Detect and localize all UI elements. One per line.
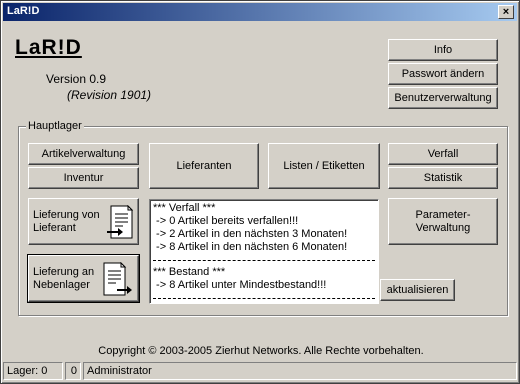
parameter-management-button[interactable]: Parameter- Verwaltung [388, 198, 498, 245]
stock-header: *** Bestand *** [153, 266, 226, 278]
close-icon: × [502, 6, 510, 18]
divider [153, 298, 375, 299]
version-label: Version 0.9 [46, 72, 107, 86]
info-line: -> 0 Artikel bereits verfallen!!! [153, 215, 299, 227]
article-management-button[interactable]: Artikelverwaltung [28, 143, 139, 165]
expiry-header: *** Verfall *** [153, 202, 216, 214]
info-line: -> 8 Artikel unter Mindestbestand!!! [153, 279, 327, 291]
user-management-button[interactable]: Benutzerverwaltung [388, 87, 498, 109]
app-logo: LaR!D [15, 36, 82, 59]
divider [153, 260, 375, 261]
statistics-button[interactable]: Statistik [388, 167, 498, 189]
status-info-box: *** Verfall *** -> 0 Artikel bereits ver… [149, 199, 379, 304]
delivery-to-sublocation-label: Lieferung an Nebenlager [33, 265, 95, 291]
title-bar[interactable]: LaR!D × [3, 3, 517, 21]
info-button[interactable]: Info [388, 39, 498, 61]
info-line: -> 2 Artikel in den nächsten 3 Monaten! [153, 228, 348, 240]
delivery-from-supplier-button[interactable]: Lieferung von Lieferant [28, 198, 139, 245]
status-user: Administrator [83, 362, 517, 380]
document-arrow-icon [107, 205, 133, 239]
delivery-to-sublocation-button[interactable]: Lieferung an Nebenlager [27, 254, 140, 303]
info-line: -> 8 Artikel in den nächsten 6 Monaten! [153, 241, 348, 253]
group-label: Hauptlager [26, 120, 84, 132]
main-window: LaR!D × LaR!D Version 0.9 (Revision 1901… [0, 0, 520, 384]
suppliers-button[interactable]: Lieferanten [149, 143, 259, 189]
copyright-text: Copyright © 2003-2005 Zierhut Networks. … [98, 345, 424, 357]
revision-label: (Revision 1901) [67, 88, 152, 102]
status-bar: Lager: 0 0 Administrator [3, 362, 517, 380]
expiry-button[interactable]: Verfall [388, 143, 498, 165]
delivery-from-supplier-label: Lieferung von Lieferant [33, 208, 100, 234]
document-arrow-out-icon [103, 262, 132, 296]
close-button[interactable]: × [498, 5, 514, 19]
refresh-button[interactable]: aktualisieren [380, 279, 455, 301]
inventory-button[interactable]: Inventur [28, 167, 139, 189]
status-count: 0 [65, 362, 81, 380]
lists-labels-button[interactable]: Listen / Etiketten [268, 143, 380, 189]
window-title: LaR!D [7, 5, 40, 17]
change-password-button[interactable]: Passwort ändern [388, 63, 498, 85]
parameter-management-label: Parameter- Verwaltung [415, 208, 471, 234]
status-lager: Lager: 0 [3, 362, 63, 380]
